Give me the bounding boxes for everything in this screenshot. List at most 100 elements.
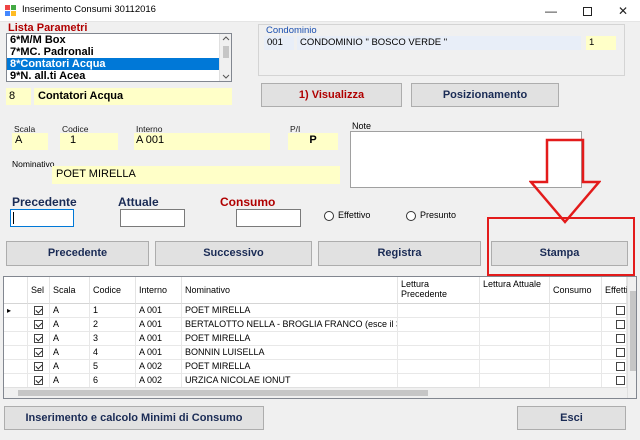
effettivo-checkbox[interactable]	[616, 376, 625, 385]
precedente-input[interactable]	[10, 209, 74, 227]
parametri-list[interactable]: 6*M/M Box 7*MC. Padronali 8*Contatori Ac…	[6, 33, 232, 82]
cell-sel	[28, 304, 50, 318]
cell-lettura-attuale	[480, 332, 550, 346]
effettivo-checkbox[interactable]	[616, 306, 625, 315]
cell-lettura-attuale	[480, 304, 550, 318]
consumo-input[interactable]	[236, 209, 301, 227]
cell-codice: 5	[90, 360, 136, 374]
cell-codice: 2	[90, 318, 136, 332]
registra-button[interactable]: Registra	[318, 241, 481, 266]
grid-horizontal-scrollbar[interactable]	[4, 387, 627, 398]
table-row[interactable]: A3A 001 POET MIRELLA	[4, 332, 636, 346]
parametri-item[interactable]: 9*N. all.ti Acea	[7, 70, 231, 81]
effettivo-checkbox[interactable]	[616, 334, 625, 343]
cell-interno: A 001	[136, 332, 182, 346]
col-header-lettura-precedente[interactable]: Lettura Precedente	[398, 277, 480, 304]
col-header-nominativo[interactable]: Nominativo	[182, 277, 398, 304]
row-header[interactable]	[4, 346, 28, 360]
cell-effettivo	[602, 346, 627, 360]
cell-consumo	[550, 346, 602, 360]
nominativo-label: Nominativo	[12, 159, 55, 169]
effettivo-checkbox[interactable]	[616, 362, 625, 371]
effettivo-radio[interactable]	[324, 211, 334, 221]
attuale-input[interactable]	[120, 209, 185, 227]
parametro-code: 8	[6, 88, 31, 105]
cell-nominativo: POET MIRELLA	[182, 360, 398, 374]
codice-value: 1	[60, 133, 118, 150]
cell-sel	[28, 346, 50, 360]
maximize-button[interactable]	[569, 0, 605, 22]
row-header[interactable]	[4, 318, 28, 332]
row-header-corner	[4, 277, 28, 304]
cell-consumo	[550, 332, 602, 346]
col-header-consumo[interactable]: Consumo	[550, 277, 602, 304]
pi-value: P	[288, 133, 338, 150]
cell-effettivo	[602, 374, 627, 388]
col-header-lettura-attuale[interactable]: Lettura Attuale	[480, 277, 550, 304]
grid-vertical-scrollbar[interactable]	[627, 277, 636, 398]
row-header[interactable]	[4, 360, 28, 374]
table-row[interactable]: A6A 002 URZICA NICOLAE IONUT	[4, 374, 636, 388]
col-header-scala[interactable]: Scala	[50, 277, 90, 304]
cell-consumo	[550, 360, 602, 374]
table-row[interactable]: A4A 001 BONNIN LUISELLA	[4, 346, 636, 360]
cell-consumo	[550, 318, 602, 332]
minimize-button[interactable]: —	[533, 0, 569, 22]
precedente-button[interactable]: Precedente	[6, 241, 149, 266]
parametri-item-selected[interactable]: 8*Contatori Acqua	[7, 58, 231, 70]
sel-checkbox[interactable]	[34, 306, 43, 315]
cell-interno: A 002	[136, 374, 182, 388]
col-header-sel[interactable]: Sel	[28, 277, 50, 304]
effettivo-label[interactable]: Effettivo	[338, 210, 370, 220]
app-icon	[5, 5, 16, 16]
posizionamento-button[interactable]: Posizionamento	[411, 83, 559, 107]
cell-scala: A	[50, 374, 90, 388]
cell-sel	[28, 374, 50, 388]
esci-button[interactable]: Esci	[517, 406, 626, 430]
successivo-button[interactable]: Successivo	[155, 241, 312, 266]
horizontal-scroll-thumb[interactable]	[18, 390, 428, 396]
cell-sel	[28, 332, 50, 346]
sel-checkbox[interactable]	[34, 376, 43, 385]
cell-nominativo: BONNIN LUISELLA	[182, 346, 398, 360]
condominio-count: 1	[586, 36, 616, 50]
row-header[interactable]	[4, 332, 28, 346]
consumi-grid[interactable]: Sel Scala Codice Interno Nominativo Lett…	[3, 276, 637, 399]
condominio-code: 001	[264, 36, 294, 50]
cell-consumo	[550, 374, 602, 388]
cell-scala: A	[50, 304, 90, 318]
presunto-label[interactable]: Presunto	[420, 210, 456, 220]
annotation-highlight-box	[487, 217, 635, 276]
inserimento-minimi-button[interactable]: Inserimento e calcolo Minimi di Consumo	[4, 406, 264, 430]
effettivo-checkbox[interactable]	[616, 348, 625, 357]
parametri-scrollbar[interactable]	[219, 34, 231, 81]
row-header[interactable]: ▸	[4, 304, 28, 318]
visualizza-button[interactable]: 1) Visualizza	[261, 83, 402, 107]
presunto-radio[interactable]	[406, 211, 416, 221]
vertical-scroll-thumb[interactable]	[630, 291, 636, 371]
sel-checkbox[interactable]	[34, 348, 43, 357]
col-header-interno[interactable]: Interno	[136, 277, 182, 304]
close-button[interactable]: ✕	[605, 0, 640, 22]
parametri-item[interactable]: 7*MC. Padronali	[7, 46, 231, 58]
cell-scala: A	[50, 318, 90, 332]
parametri-item[interactable]: 6*M/M Box	[7, 34, 231, 46]
table-row[interactable]: A2A 001 BERTALOTTO NELLA - BROGLIA FRANCO…	[4, 318, 636, 332]
cell-nominativo: URZICA NICOLAE IONUT	[182, 374, 398, 388]
table-row[interactable]: ▸ A 1 A 001 POET MIRELLA	[4, 304, 636, 318]
scala-value: A	[12, 133, 48, 150]
cell-interno: A 002	[136, 360, 182, 374]
effettivo-checkbox[interactable]	[616, 320, 625, 329]
row-header[interactable]	[4, 374, 28, 388]
sel-checkbox[interactable]	[34, 362, 43, 371]
cell-effettivo	[602, 360, 627, 374]
table-row[interactable]: A5A 002 POET MIRELLA	[4, 360, 636, 374]
cell-nominativo: POET MIRELLA	[182, 304, 398, 318]
sel-checkbox[interactable]	[34, 320, 43, 329]
text-caret	[13, 212, 14, 224]
cell-lettura-precedente	[398, 332, 480, 346]
col-header-effettivo[interactable]: Effetti	[602, 277, 628, 304]
sel-checkbox[interactable]	[34, 334, 43, 343]
col-header-codice[interactable]: Codice	[90, 277, 136, 304]
cell-lettura-precedente	[398, 304, 480, 318]
